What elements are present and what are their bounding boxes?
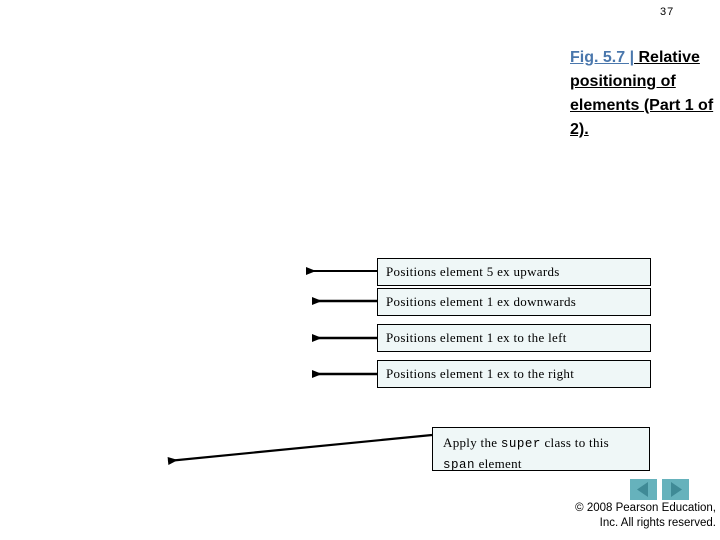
callout-super-class: Apply the super class to this span elemen…	[432, 427, 650, 472]
figure-label: Fig. 5.7 |	[570, 49, 635, 66]
callout-super-line1-prefix: Apply the	[443, 435, 501, 450]
copyright-line-2: Inc. All rights reserved.	[599, 517, 716, 529]
slide-canvas: 37 Fig. 5.7 | Relative positioning of el…	[0, 0, 720, 540]
figure-caption: Fig. 5.7 | Relative positioning of eleme…	[570, 46, 715, 142]
page-number: 37	[660, 6, 675, 18]
arrow-to-callout-super	[167, 433, 433, 465]
previous-slide-button[interactable]	[630, 479, 657, 500]
next-slide-button[interactable]	[662, 479, 689, 500]
callout-text: Positions element 1 ex to the right	[386, 366, 575, 381]
callout-text: Positions element 1 ex downwards	[386, 294, 577, 309]
callout-position-right: Positions element 1 ex to the right	[377, 360, 651, 388]
callout-text: Positions element 5 ex upwards	[386, 264, 560, 279]
triangle-left-icon	[637, 482, 648, 497]
code-super: super	[500, 437, 541, 451]
callout-text: Positions element 1 ex to the left	[386, 330, 567, 345]
callout-super-line2-suffix: element	[475, 456, 522, 471]
callout-position-down: Positions element 1 ex downwards	[377, 288, 651, 316]
code-span: span	[443, 458, 476, 472]
callout-position-left: Positions element 1 ex to the left	[377, 324, 651, 352]
slide-navigation	[630, 479, 692, 500]
callout-position-up: Positions element 5 ex upwards	[377, 258, 651, 286]
copyright-notice: © 2008 Pearson Education, Inc. All right…	[448, 501, 716, 531]
callout-super-line1-suffix: class to this	[540, 435, 610, 450]
copyright-line-1: © 2008 Pearson Education,	[575, 502, 716, 514]
triangle-right-icon	[671, 482, 682, 497]
